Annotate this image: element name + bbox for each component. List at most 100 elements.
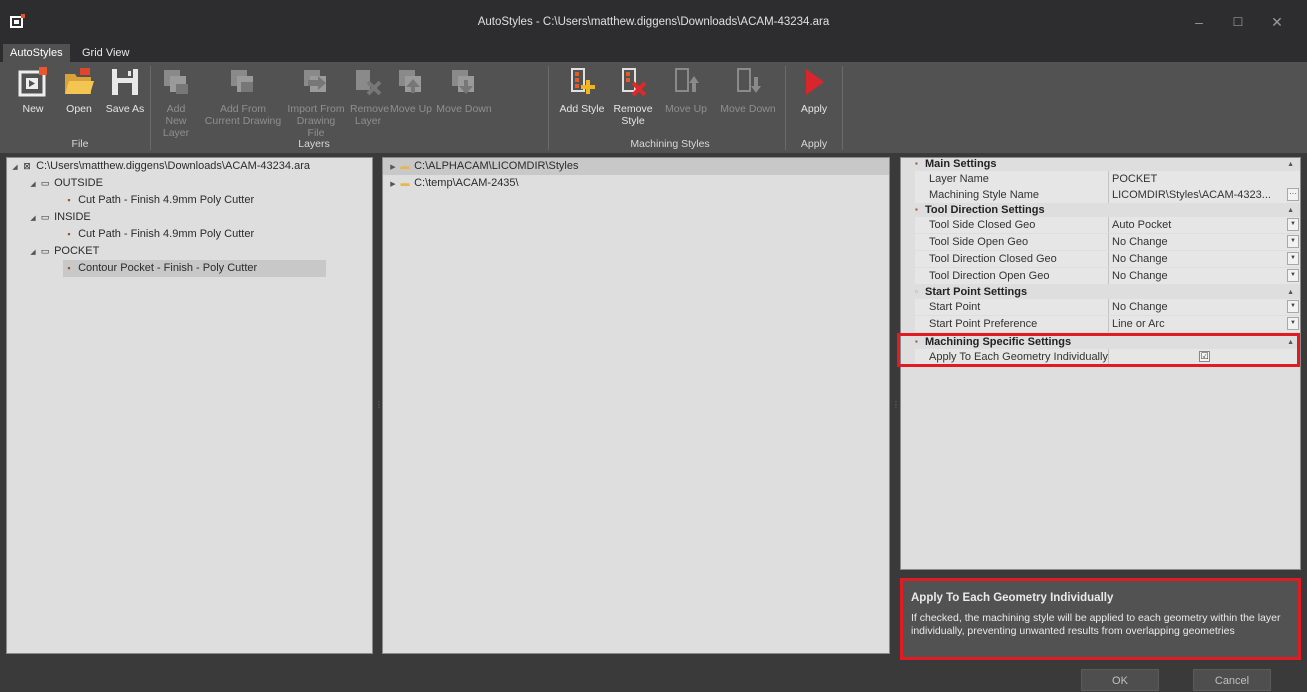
machining-styles-group-label: Machining Styles [630, 138, 710, 150]
ok-button[interactable]: OK [1081, 669, 1159, 691]
splitter-grip[interactable]: ⋮ [375, 400, 383, 412]
collapse-icon[interactable]: ▲ [1287, 286, 1294, 299]
cancel-button[interactable]: Cancel [1193, 669, 1271, 691]
style-item[interactable]: ▪ Cut Path - Finish 4.9mm Poly Cutter [63, 226, 254, 243]
group-separator [785, 66, 786, 150]
splitter-grip[interactable]: ⋮ [892, 400, 900, 412]
layer-outside[interactable]: ◢ ▭ OUTSIDE [27, 175, 103, 192]
prop-machining-style-name[interactable]: Machining Style Name LICOMDIR\Styles\ACA… [915, 187, 1300, 203]
style-move-down-icon [737, 68, 761, 93]
play-icon [806, 69, 824, 95]
dropdown-arrow-icon[interactable]: ▼ [1287, 218, 1299, 231]
layer-tree-panel: ◢ ⊠ C:\Users\matthew.diggens\Downloads\AC… [6, 157, 373, 654]
group-separator [150, 66, 151, 150]
group-separator [842, 66, 843, 150]
browse-button[interactable]: ··· [1287, 188, 1299, 201]
remove-style-icon [622, 68, 647, 97]
folder-icon: ▬ [400, 161, 410, 171]
open-button[interactable]: Open [59, 66, 99, 115]
add-new-layer-button[interactable]: Add New Layer [156, 66, 196, 139]
prop-tool-direction-open-geo[interactable]: Tool Direction Open Geo No Change ▼ [915, 268, 1300, 284]
move-up-icon [399, 70, 421, 93]
dropdown-arrow-icon[interactable]: ▼ [1287, 235, 1299, 248]
title-bar: AutoStyles - C:\Users\matthew.diggens\Do… [0, 0, 1307, 44]
remove-layer-icon [356, 70, 382, 96]
prop-start-point-preference[interactable]: Start Point Preference Line or Arc ▼ [915, 316, 1300, 332]
category-main-settings[interactable]: ▪ Main Settings ▲ [901, 158, 1300, 171]
expand-icon[interactable]: ▶ [387, 176, 399, 193]
layer-icon: ▭ [40, 178, 50, 188]
window-title: AutoStyles - C:\Users\matthew.diggens\Do… [477, 16, 830, 28]
layer-icon: ▭ [40, 212, 50, 222]
collapse-icon[interactable]: ◢ [27, 244, 39, 261]
description-body: If checked, the machining style will be … [911, 612, 1281, 637]
add-style-button[interactable]: Add Style [556, 66, 608, 115]
open-folder-icon [65, 68, 94, 94]
dropdown-arrow-icon[interactable]: ▼ [1287, 269, 1299, 282]
collapse-icon[interactable]: ◢ [27, 210, 39, 227]
layer-icon: ▭ [40, 246, 50, 256]
category-start-point[interactable]: ▫ Start Point Settings ▲ [901, 286, 1300, 299]
category-icon: ▪ [915, 205, 918, 214]
property-description: Apply To Each Geometry Individually If c… [900, 578, 1301, 660]
style-item-selected[interactable]: ▪ Contour Pocket - Finish - Poly Cutter [63, 260, 326, 277]
dropdown-arrow-icon[interactable]: ▼ [1287, 252, 1299, 265]
import-from-drawing-file-button[interactable]: Import From Drawing File [287, 66, 345, 139]
new-icon [18, 67, 47, 97]
apply-group-label: Apply [800, 138, 828, 150]
tree-root[interactable]: ◢ ⊠ C:\Users\matthew.diggens\Downloads\AC… [9, 158, 310, 175]
maximize-button[interactable]: ☐ [1223, 10, 1253, 34]
category-tool-direction[interactable]: ▪ Tool Direction Settings ▲ [901, 204, 1300, 217]
style-move-up-icon [675, 68, 699, 92]
ribbon: New Open Save As File Add New Layer Add F… [0, 62, 1307, 154]
new-button[interactable]: New [14, 66, 52, 115]
add-style-icon [571, 68, 595, 94]
dropdown-arrow-icon[interactable]: ▼ [1287, 300, 1299, 313]
highlight-box [897, 333, 1300, 367]
folder-icon: ▬ [400, 178, 410, 188]
minimize-button[interactable]: – [1184, 10, 1214, 34]
remove-layer-button[interactable]: Remove Layer [350, 66, 389, 127]
expand-icon[interactable]: ▶ [387, 159, 399, 176]
tab-grid-view[interactable]: Grid View [75, 44, 136, 62]
prop-tool-direction-closed-geo[interactable]: Tool Direction Closed Geo No Change ▼ [915, 251, 1300, 267]
style-icon: ▪ [67, 195, 71, 205]
layer-inside[interactable]: ◢ ▭ INSIDE [27, 209, 90, 227]
add-from-current-drawing-button[interactable]: Add From Current Drawing [203, 66, 283, 127]
collapse-icon[interactable]: ▲ [1287, 204, 1294, 217]
collapse-icon[interactable]: ▲ [1287, 158, 1294, 171]
save-as-button[interactable]: Save As [105, 66, 145, 115]
group-separator [548, 66, 549, 150]
layer-move-down-button[interactable]: Move Down [436, 66, 492, 115]
file-group-label: File [71, 138, 89, 150]
prop-tool-side-closed-geo[interactable]: Tool Side Closed Geo Auto Pocket ▼ [915, 217, 1300, 233]
style-move-up-button[interactable]: Move Up [664, 66, 708, 115]
style-icon: ▪ [67, 229, 71, 239]
collapse-icon[interactable]: ◢ [27, 176, 39, 193]
remove-style-button[interactable]: Remove Style [612, 66, 654, 127]
layer-move-up-button[interactable]: Move Up [389, 66, 433, 115]
ribbon-tab-bar: AutoStyles Grid View [0, 44, 1307, 62]
apply-button[interactable]: Apply [792, 66, 836, 115]
layer-pocket[interactable]: ◢ ▭ POCKET [27, 243, 99, 260]
prop-start-point[interactable]: Start Point No Change ▼ [915, 299, 1300, 315]
prop-layer-name[interactable]: Layer Name POCKET [915, 171, 1300, 187]
tab-autostyles[interactable]: AutoStyles [3, 44, 70, 62]
layers-group-label: Layers [298, 138, 330, 150]
import-icon [304, 70, 326, 92]
save-icon [112, 69, 138, 95]
style-item[interactable]: ▪ Cut Path - Finish 4.9mm Poly Cutter [63, 192, 254, 209]
move-down-icon [452, 70, 474, 94]
style-icon: ▪ [67, 263, 71, 273]
close-button[interactable]: ✕ [1262, 10, 1292, 34]
prop-tool-side-open-geo[interactable]: Tool Side Open Geo No Change ▼ [915, 234, 1300, 250]
style-folder-temp[interactable]: ▶ ▬ C:\temp\ACAM-2435\ [383, 175, 518, 193]
drawing-icon: ⊠ [23, 161, 31, 171]
dropdown-arrow-icon[interactable]: ▼ [1287, 317, 1299, 330]
style-move-down-button[interactable]: Move Down [718, 66, 778, 115]
style-folder-alphacam[interactable]: ▶ ▬ C:\ALPHACAM\LICOMDIR\Styles [383, 158, 889, 175]
add-layer-icon [164, 70, 188, 94]
category-icon: ▪ [915, 159, 918, 168]
collapse-icon[interactable]: ◢ [9, 159, 21, 176]
category-icon: ▫ [915, 287, 918, 296]
